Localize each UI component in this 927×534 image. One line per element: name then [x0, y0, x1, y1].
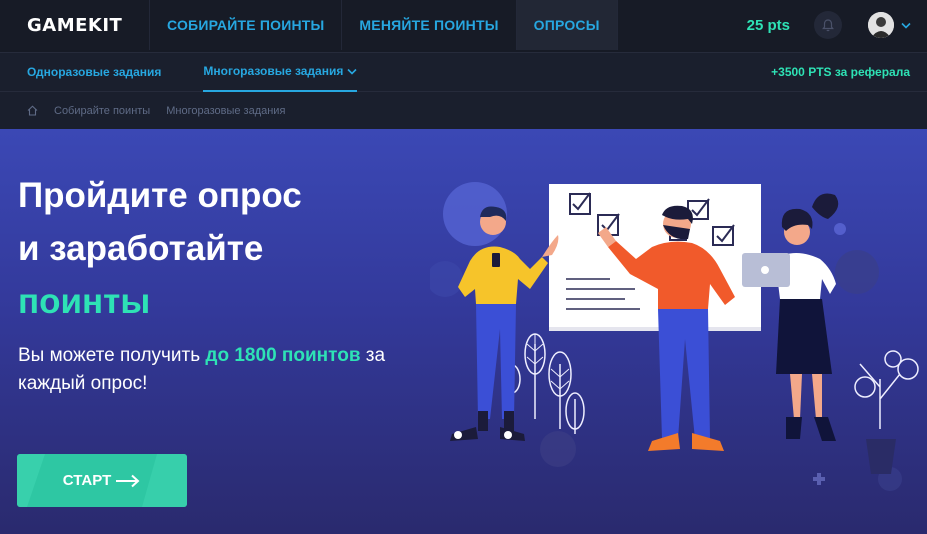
- sub-navbar: Одноразовые задания Многоразовые задания…: [0, 52, 927, 92]
- hero-title-line: Пройдите опрос: [18, 176, 302, 215]
- nav-exchange-points[interactable]: МЕНЯЙТЕ ПОИНТЫ: [342, 0, 517, 50]
- desc-highlight: до 1800 поинтов: [205, 345, 361, 366]
- hero-banner: Пройдите опрос и заработайте поинты Вы м…: [0, 129, 927, 534]
- breadcrumb-item-current: Многоразовые задания: [166, 104, 286, 117]
- nav-collect-points[interactable]: СОБИРАЙТЕ ПОИНТЫ: [150, 0, 343, 50]
- nav-surveys[interactable]: ОПРОСЫ: [516, 0, 618, 50]
- subnav-repeatable-tasks[interactable]: Многоразовые задания: [203, 52, 358, 92]
- logo[interactable]: GAMEKIT: [0, 0, 150, 50]
- breadcrumb-item[interactable]: Собирайте поинты: [54, 105, 150, 117]
- hero-title-accent: поинты: [18, 282, 151, 321]
- breadcrumb: Собирайте поинты Многоразовые задания: [0, 92, 927, 129]
- hero-title: Пройдите опрос и заработайте поинты: [18, 169, 302, 328]
- referral-bonus-link[interactable]: +3500 PTS за реферала: [771, 65, 910, 79]
- hero-description: Вы можете получить до 1800 поинтов за ка…: [18, 342, 428, 398]
- user-area: 25 pts: [747, 0, 927, 50]
- subnav-repeatable-label: Многоразовые задания: [203, 64, 344, 78]
- arrow-right-icon: [116, 474, 140, 487]
- chevron-down-icon: [347, 68, 357, 75]
- bell-icon: [822, 18, 834, 31]
- subnav-one-time-tasks[interactable]: Одноразовые задания: [27, 52, 161, 92]
- top-navbar: GAMEKIT СОБИРАЙТЕ ПОИНТЫ МЕНЯЙТЕ ПОИНТЫ …: [0, 0, 927, 50]
- start-button[interactable]: СТАРТ: [17, 454, 187, 507]
- chevron-down-icon[interactable]: [901, 22, 911, 29]
- avatar[interactable]: [868, 12, 894, 38]
- survey-illustration: [430, 182, 919, 491]
- start-button-label: СТАРТ: [62, 472, 112, 489]
- notifications-button[interactable]: [814, 11, 842, 39]
- hero-title-line: и заработайте: [18, 229, 264, 268]
- home-icon[interactable]: [27, 105, 38, 116]
- main-nav: СОБИРАЙТЕ ПОИНТЫ МЕНЯЙТЕ ПОИНТЫ ОПРОСЫ: [150, 0, 618, 50]
- points-balance: 25 pts: [746, 16, 790, 34]
- desc-text: Вы можете получить: [18, 345, 206, 366]
